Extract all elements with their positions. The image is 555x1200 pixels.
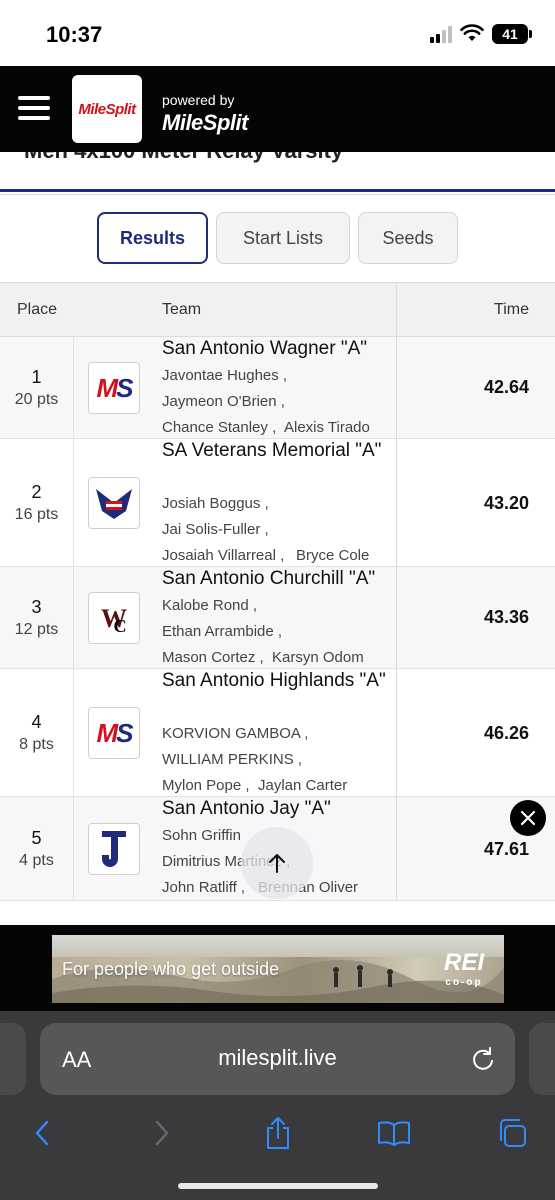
table-footer-edge xyxy=(0,900,555,908)
place-points: 20 pts xyxy=(14,390,59,408)
address-bar[interactable]: AA milesplit.live xyxy=(40,1023,515,1095)
title-divider xyxy=(0,189,555,192)
svg-text:C: C xyxy=(114,616,127,636)
athlete-name[interactable]: Jaymeon O'Brien , xyxy=(162,393,285,410)
place-number: 4 xyxy=(31,711,42,732)
tabs-icon[interactable] xyxy=(494,1115,530,1151)
place-number: 1 xyxy=(31,366,42,387)
athlete-name[interactable]: Bryce Cole xyxy=(296,547,369,564)
result-time: 46.26 xyxy=(483,723,529,743)
place-points: 12 pts xyxy=(14,620,59,638)
athlete-name[interactable]: Mylon Pope , xyxy=(162,777,250,794)
athlete-name[interactable]: Jai Solis-Fuller , xyxy=(162,521,269,538)
ad-strip: For people who get outside REI co-op xyxy=(0,925,555,1011)
rei-logo: REI co-op xyxy=(432,941,496,997)
team-name[interactable]: San Antonio Wagner "A" xyxy=(162,337,394,361)
athlete-name[interactable]: Jaylan Carter xyxy=(258,777,347,794)
result-time: 42.64 xyxy=(483,377,529,397)
table-row[interactable]: 2 16 pts SA Veterans Memorial "A" Josiah… xyxy=(0,439,555,567)
ad-banner[interactable]: For people who get outside REI co-op xyxy=(52,935,504,1003)
forward-icon[interactable] xyxy=(144,1115,180,1151)
place-points: 16 pts xyxy=(14,505,59,523)
title-divider-thin xyxy=(0,194,555,195)
back-icon[interactable] xyxy=(24,1115,60,1151)
j-logo xyxy=(88,823,140,875)
athlete-name[interactable]: Sohn Griffin xyxy=(162,827,241,844)
reload-icon[interactable] xyxy=(469,1045,497,1073)
place-cell: 5 4 pts xyxy=(0,797,74,901)
table-row[interactable]: 3 12 pts W C San Antonio Churchill "A" K… xyxy=(0,567,555,669)
browser-bottom-bar: AA milesplit.live xyxy=(0,1011,555,1200)
next-tab-peek[interactable] xyxy=(529,1023,555,1095)
results-table: Place Team Time 1 20 pts MS San Antonio … xyxy=(0,282,555,901)
place-number: 3 xyxy=(31,596,42,617)
athlete-name[interactable]: John Ratliff , xyxy=(162,879,245,896)
athlete-name[interactable]: Alexis Tirado xyxy=(284,419,370,436)
event-title: Men 4x100 Meter Relay Varsity xyxy=(24,138,344,163)
powered-by-logo: MileSplit xyxy=(162,110,248,135)
column-header-time[interactable]: Time xyxy=(494,301,529,319)
result-time: 43.20 xyxy=(483,493,529,513)
place-number: 5 xyxy=(31,828,42,848)
milesplit-logo[interactable]: MileSplit xyxy=(72,75,142,143)
ad-brand: REI xyxy=(443,949,484,976)
menu-icon[interactable] xyxy=(18,96,50,120)
close-icon[interactable] xyxy=(510,800,546,836)
eagle-flag-logo xyxy=(88,477,140,529)
result-time: 43.36 xyxy=(483,607,529,627)
table-row[interactable]: 4 8 pts MS San Antonio Highlands "A" KOR… xyxy=(0,669,555,797)
athlete-name[interactable]: Josiah Boggus , xyxy=(162,495,269,512)
wc-logo: W C xyxy=(88,592,140,644)
place-cell: 1 20 pts xyxy=(0,337,74,438)
tab-results[interactable]: Results xyxy=(97,212,208,264)
column-header-team[interactable]: Team xyxy=(162,301,201,319)
column-divider xyxy=(396,283,397,901)
logo-text: MileSplit xyxy=(78,100,136,118)
athlete-name[interactable]: Ethan Arrambide , xyxy=(162,623,282,640)
table-row[interactable]: 1 20 pts MS San Antonio Wagner "A" Javon… xyxy=(0,337,555,439)
table-header: Place Team Time xyxy=(0,283,555,337)
ms-logo: MS xyxy=(88,362,140,414)
athlete-name[interactable]: Chance Stanley , xyxy=(162,419,276,436)
view-tabs: Results Start Lists Seeds xyxy=(0,212,555,264)
status-time: 10:37 xyxy=(46,22,103,47)
home-indicator[interactable] xyxy=(178,1183,378,1189)
status-bar: 10:37 41 xyxy=(0,0,555,66)
battery-icon: 41 xyxy=(492,24,532,44)
previous-tab-peek[interactable] xyxy=(0,1023,26,1095)
athlete-name[interactable]: Josaiah Villarreal , xyxy=(162,547,284,564)
signal-icon xyxy=(430,25,456,43)
powered-by-label: powered by xyxy=(162,92,235,108)
athlete-name[interactable]: KORVION GAMBOA , xyxy=(162,725,308,742)
athlete-name[interactable]: Javontae Hughes , xyxy=(162,367,287,384)
athlete-name[interactable]: WILLIAM PERKINS , xyxy=(162,751,302,768)
result-time: 47.61 xyxy=(483,839,529,859)
tab-start-lists[interactable]: Start Lists xyxy=(216,212,350,264)
ad-tagline: For people who get outside xyxy=(62,959,280,979)
athlete-name[interactable]: Karsyn Odom xyxy=(272,649,364,666)
team-name[interactable]: San Antonio Highlands "A" xyxy=(162,669,394,693)
ad-brand-sub: co-op xyxy=(445,977,483,988)
share-icon[interactable] xyxy=(260,1115,296,1151)
wifi-icon xyxy=(460,24,484,41)
browser-toolbar xyxy=(0,1101,555,1161)
place-number: 2 xyxy=(31,481,42,502)
athlete-name[interactable]: Kalobe Rond , xyxy=(162,597,257,614)
place-cell: 3 12 pts xyxy=(0,567,74,668)
team-name[interactable]: San Antonio Jay "A" xyxy=(162,797,394,821)
team-name[interactable]: San Antonio Churchill "A" xyxy=(162,567,394,591)
place-points: 4 pts xyxy=(19,852,54,869)
athlete-name[interactable]: Mason Cortez , xyxy=(162,649,264,666)
url-text[interactable]: milesplit.live xyxy=(40,1045,515,1071)
tab-seeds[interactable]: Seeds xyxy=(358,212,458,264)
arrow-up-icon[interactable] xyxy=(241,827,313,899)
column-header-place[interactable]: Place xyxy=(17,301,57,319)
team-name[interactable]: SA Veterans Memorial "A" xyxy=(162,439,394,463)
place-cell: 4 8 pts xyxy=(0,669,74,796)
bookmarks-icon[interactable] xyxy=(376,1115,412,1151)
ms-logo: MS xyxy=(88,707,140,759)
place-points: 8 pts xyxy=(19,735,54,753)
place-cell: 2 16 pts xyxy=(0,439,74,566)
